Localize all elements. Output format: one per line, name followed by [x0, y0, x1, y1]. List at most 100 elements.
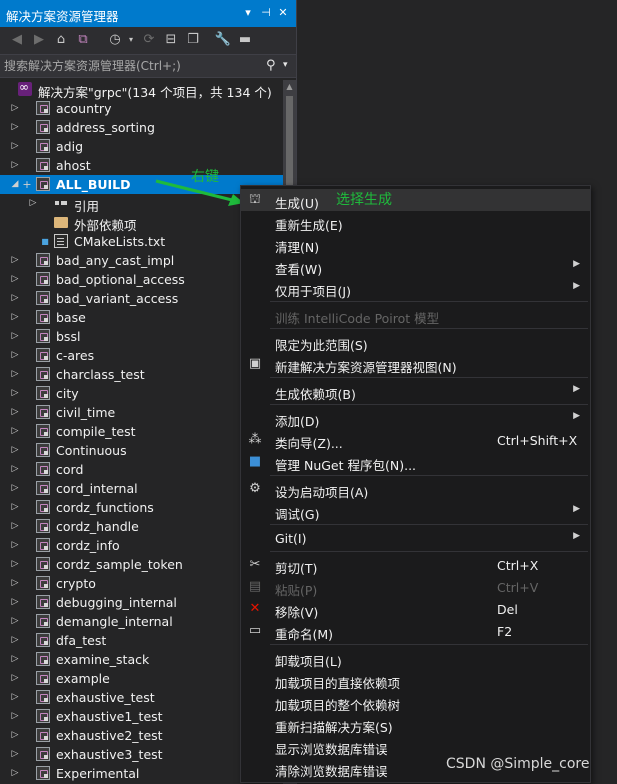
menu-item-label: 剪切(T): [275, 561, 318, 576]
menu-item[interactable]: 加载项目的直接依赖项: [241, 669, 590, 691]
expand-arrow-icon[interactable]: ▷: [10, 327, 20, 346]
solution-node[interactable]: 解决方案"grpc"(134 个项目，共 134 个): [0, 80, 283, 100]
menu-item[interactable]: 重新生成(E): [241, 211, 590, 233]
tree-item-label: base: [56, 310, 86, 325]
menu-item-label: 重新扫描解决方案(S): [275, 720, 393, 735]
menu-item-label: 新建解决方案资源管理器视图(N): [275, 360, 457, 375]
expand-arrow-icon[interactable]: ▷: [10, 707, 20, 726]
menu-item[interactable]: 卸载项目(L): [241, 647, 590, 669]
menu-item-label: 查看(W): [275, 262, 323, 277]
expand-arrow-icon[interactable]: ▷: [10, 631, 20, 650]
search-icon[interactable]: ⚲: [266, 58, 276, 73]
menu-separator: [270, 551, 588, 552]
remove-x-icon: ✕: [249, 601, 261, 616]
menu-item[interactable]: ✕ 移除(V) Del: [241, 598, 590, 620]
refresh-icon[interactable]: ⟳: [140, 31, 158, 49]
expand-arrow-icon[interactable]: ▷: [10, 764, 20, 783]
search-options-dropdown-icon[interactable]: ▾: [283, 60, 288, 70]
expand-arrow-icon[interactable]: ▷: [10, 365, 20, 384]
tree-project-item[interactable]: ▷ acountry: [0, 99, 283, 118]
window-position-dropdown-icon[interactable]: ▾: [241, 5, 255, 21]
expand-arrow-icon[interactable]: ▷: [28, 194, 38, 213]
expanded-arrow-icon[interactable]: ◢: [10, 175, 20, 194]
expand-arrow-icon[interactable]: ▷: [10, 479, 20, 498]
expand-arrow-icon[interactable]: ▷: [10, 251, 20, 270]
menu-item-label: 卸载项目(L): [275, 654, 342, 669]
menu-item[interactable]: ▭ 重命名(M) F2: [241, 620, 590, 642]
show-all-files-icon[interactable]: ❐: [184, 31, 202, 49]
expand-arrow-icon[interactable]: ▷: [10, 669, 20, 688]
forward-icon[interactable]: ▶: [30, 31, 48, 49]
menu-item[interactable]: ■ 管理 NuGet 程序包(N)...: [241, 451, 590, 473]
expand-arrow-icon[interactable]: ▷: [10, 536, 20, 555]
expand-arrow-icon[interactable]: ▷: [10, 441, 20, 460]
expand-arrow-icon[interactable]: ▷: [10, 555, 20, 574]
expand-arrow-icon[interactable]: ▷: [10, 403, 20, 422]
vs-switch-view-icon[interactable]: ⧉: [74, 31, 92, 49]
expand-arrow-icon[interactable]: ▷: [10, 137, 20, 156]
menu-item[interactable]: 清理(N): [241, 233, 590, 255]
expand-arrow-icon[interactable]: ▷: [10, 346, 20, 365]
expand-arrow-icon[interactable]: ▷: [10, 289, 20, 308]
expand-arrow-icon[interactable]: ▷: [10, 498, 20, 517]
expand-arrow-icon[interactable]: ▷: [10, 726, 20, 745]
expand-arrow-icon[interactable]: ▷: [10, 384, 20, 403]
references-icon: [54, 196, 68, 210]
menu-item[interactable]: 限定为此范围(S): [241, 331, 590, 353]
close-icon[interactable]: ✕: [276, 5, 290, 21]
menu-item[interactable]: ⁂ 类向导(Z)... Ctrl+Shift+X: [241, 429, 590, 451]
cmake-project-icon: [36, 101, 50, 115]
menu-item[interactable]: 显示浏览数据库错误: [241, 735, 590, 757]
scroll-up-icon[interactable]: ▲: [283, 80, 296, 94]
properties-wrench-icon[interactable]: 🔧: [214, 31, 232, 49]
menu-item[interactable]: ⚙ 设为启动项目(A): [241, 478, 590, 500]
expand-arrow-icon[interactable]: ▷: [10, 650, 20, 669]
tree-project-item[interactable]: ▷ adig: [0, 137, 283, 156]
expand-arrow-icon[interactable]: ▷: [10, 745, 20, 764]
expand-arrow-icon[interactable]: ▷: [10, 270, 20, 289]
collapse-all-icon[interactable]: ⊟: [162, 31, 180, 49]
menu-item[interactable]: 生成依赖项(B) ▶: [241, 380, 590, 402]
expand-arrow-icon[interactable]: ▷: [10, 460, 20, 479]
menu-item-label: 仅用于项目(J): [275, 284, 351, 299]
back-icon[interactable]: ◀: [8, 31, 26, 49]
search-input[interactable]: [4, 57, 254, 75]
tree-item-label: cord: [56, 462, 84, 477]
menu-item[interactable]: Git(I) ▶: [241, 527, 590, 549]
cmake-project-icon: [36, 728, 50, 742]
menu-item[interactable]: 仅用于项目(J) ▶: [241, 277, 590, 299]
expand-arrow-icon[interactable]: ▷: [10, 118, 20, 137]
annotation-select-build: 选择生成: [336, 192, 392, 208]
submenu-arrow-icon: ▶: [573, 504, 580, 514]
menu-item[interactable]: 查看(W) ▶: [241, 255, 590, 277]
lock-icon: ■: [41, 237, 49, 246]
build-icon: ⛫: [249, 192, 261, 207]
expand-arrow-icon[interactable]: ▷: [10, 99, 20, 118]
menu-item[interactable]: ✂ 剪切(T) Ctrl+X: [241, 554, 590, 576]
cmake-project-icon: [36, 671, 50, 685]
auto-hide-pin-icon[interactable]: ⊣: [259, 5, 273, 21]
menu-item-label: 清除浏览数据库错误: [275, 764, 388, 779]
expand-arrow-icon[interactable]: ▷: [10, 612, 20, 631]
expand-arrow-icon[interactable]: ▷: [10, 688, 20, 707]
menu-item[interactable]: 重新扫描解决方案(S): [241, 713, 590, 735]
expand-arrow-icon[interactable]: ▷: [10, 517, 20, 536]
expand-arrow-icon[interactable]: ▷: [10, 422, 20, 441]
history-dropdown-icon[interactable]: ▾: [122, 31, 140, 49]
expand-arrow-icon[interactable]: ▷: [10, 308, 20, 327]
menu-item[interactable]: 加载项目的整个依赖树: [241, 691, 590, 713]
menu-item-label: 粘贴(P): [275, 583, 318, 598]
pending-add-icon: +: [22, 178, 32, 191]
expand-arrow-icon[interactable]: ▷: [10, 156, 20, 175]
home-icon[interactable]: ⌂: [52, 31, 70, 49]
expand-arrow-icon[interactable]: ▷: [10, 574, 20, 593]
preview-icon[interactable]: ▬: [236, 31, 254, 49]
tree-project-item[interactable]: ▷ address_sorting: [0, 118, 283, 137]
cmake-project-icon: [36, 329, 50, 343]
menu-item[interactable]: 添加(D) ▶: [241, 407, 590, 429]
menu-item[interactable]: 调试(G) ▶: [241, 500, 590, 522]
cmake-project-icon: [36, 481, 50, 495]
menu-item[interactable]: ▣ 新建解决方案资源管理器视图(N): [241, 353, 590, 375]
menu-item[interactable]: ⛫ 生成(U): [241, 189, 590, 211]
expand-arrow-icon[interactable]: ▷: [10, 593, 20, 612]
